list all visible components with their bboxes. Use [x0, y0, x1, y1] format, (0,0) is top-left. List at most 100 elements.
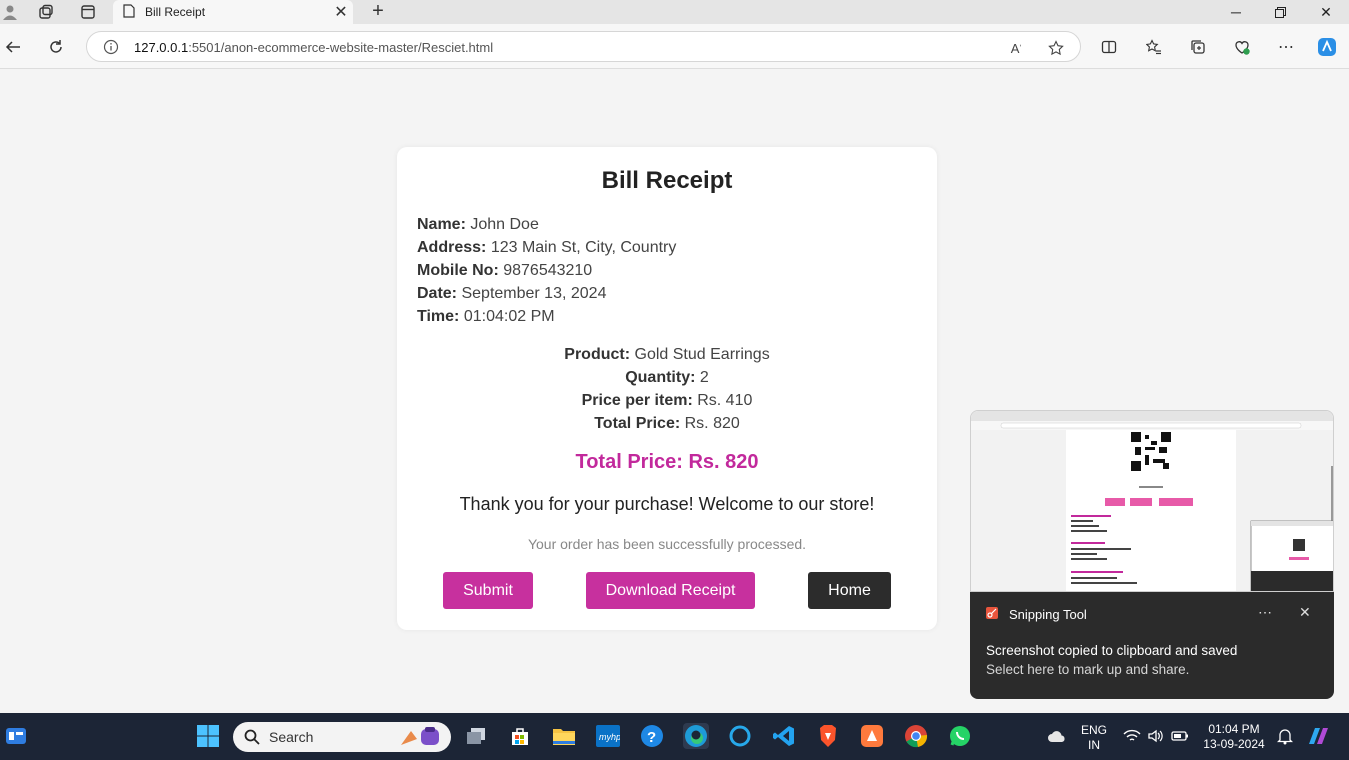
- notification-bell-icon[interactable]: [1272, 723, 1298, 749]
- customer-address-row: Address: 123 Main St, City, Country: [417, 236, 676, 259]
- workspaces-icon[interactable]: [36, 2, 56, 22]
- clock[interactable]: 01:04 PM 13-09-2024: [1198, 722, 1270, 752]
- url-path: :5501/anon-ecommerce-website-master/Resc…: [188, 40, 494, 55]
- collections-icon[interactable]: [1187, 36, 1209, 58]
- whatsapp-icon[interactable]: [947, 723, 973, 749]
- profile-icon[interactable]: [0, 2, 20, 22]
- wifi-icon[interactable]: [1119, 723, 1145, 749]
- line-total-value: Rs. 820: [684, 415, 740, 432]
- notification-title: Screenshot copied to clipboard and saved: [986, 643, 1238, 658]
- copilot-icon[interactable]: [1316, 36, 1338, 58]
- submit-button[interactable]: Submit: [443, 572, 533, 609]
- customer-mobile: 9876543210: [503, 262, 593, 279]
- microsoft-store-icon[interactable]: [507, 723, 533, 749]
- language-code: ENG: [1080, 723, 1107, 737]
- file-explorer-icon[interactable]: [551, 723, 577, 749]
- refresh-icon[interactable]: [45, 36, 67, 58]
- taskbar-search[interactable]: Search: [233, 722, 451, 752]
- vscode-icon[interactable]: [771, 723, 797, 749]
- search-icon: [244, 729, 260, 750]
- clock-time: 01:04 PM: [1208, 722, 1260, 736]
- order-time-row: Time: 01:04:02 PM: [417, 305, 676, 328]
- favorites-icon[interactable]: [1143, 36, 1165, 58]
- product-name-row: Product: Gold Stud Earrings: [397, 343, 937, 366]
- read-aloud-icon[interactable]: Aʼ: [1007, 39, 1025, 57]
- product-details: Product: Gold Stud Earrings Quantity: 2 …: [397, 343, 937, 435]
- brave-browser-icon[interactable]: [815, 723, 841, 749]
- tab-strip: Bill Receipt ✕ + ─ ✕: [0, 0, 1349, 24]
- minimize-icon[interactable]: ─: [1213, 0, 1259, 24]
- page-icon: [123, 3, 135, 21]
- field-label: Address:: [417, 239, 487, 256]
- customer-address: 123 Main St, City, Country: [490, 239, 677, 256]
- order-time: 01:04:02 PM: [463, 308, 555, 325]
- customer-mobile-row: Mobile No: 9876543210: [417, 259, 676, 282]
- field-label: Time:: [417, 308, 460, 325]
- close-window-icon[interactable]: ✕: [1303, 0, 1349, 24]
- cortana-icon[interactable]: [727, 723, 753, 749]
- quantity-row: Quantity: 2: [397, 366, 937, 389]
- snipping-tool-notification[interactable]: Snipping Tool ⋯ ✕ Screenshot copied to c…: [970, 592, 1334, 699]
- onedrive-cloud-icon[interactable]: [1044, 723, 1070, 749]
- tab-title: Bill Receipt: [145, 5, 206, 19]
- unit-price-row: Price per item: Rs. 410: [397, 389, 937, 412]
- favorite-star-icon[interactable]: [1047, 39, 1065, 57]
- chrome-icon[interactable]: [903, 723, 929, 749]
- split-screen-icon[interactable]: [1098, 36, 1120, 58]
- hp-app-icon[interactable]: myhp: [595, 723, 621, 749]
- new-tab-button[interactable]: +: [366, 0, 390, 24]
- snipping-tool-icon: [985, 606, 999, 623]
- field-label: Mobile No:: [417, 262, 499, 279]
- language-indicator[interactable]: ENG IN: [1078, 723, 1110, 753]
- address-toolbar: 127.0.0.1:5501/anon-ecommerce-website-ma…: [0, 24, 1349, 69]
- url-host: 127.0.0.1: [134, 40, 189, 55]
- notification-header: Snipping Tool: [985, 606, 1087, 623]
- url-text[interactable]: 127.0.0.1:5501/anon-ecommerce-website-ma…: [134, 40, 493, 55]
- widgets-icon[interactable]: [3, 723, 29, 749]
- browser-essentials-icon[interactable]: [1231, 36, 1253, 58]
- clock-date: 13-09-2024: [1203, 737, 1265, 751]
- order-date-row: Date: September 13, 2024: [417, 282, 676, 305]
- orange-app-icon[interactable]: [859, 723, 885, 749]
- field-label: Price per item:: [581, 392, 693, 409]
- home-button[interactable]: Home: [808, 572, 891, 609]
- field-label: Quantity:: [625, 369, 696, 386]
- task-view-icon[interactable]: [463, 723, 489, 749]
- receipt-title: Bill Receipt: [601, 167, 733, 194]
- address-bar[interactable]: 127.0.0.1:5501/anon-ecommerce-website-ma…: [86, 31, 1081, 62]
- field-label: Name:: [417, 216, 466, 233]
- receipt-card: Bill Receipt Name: John Doe Address: 123…: [397, 147, 937, 630]
- back-arrow-icon[interactable]: [2, 36, 24, 58]
- start-windows-icon[interactable]: [195, 723, 221, 749]
- order-status-text: Your order has been successfully process…: [527, 536, 807, 552]
- order-date: September 13, 2024: [461, 285, 607, 302]
- site-info-icon[interactable]: [103, 39, 119, 55]
- tab-actions-icon[interactable]: [78, 2, 98, 22]
- notification-app-name: Snipping Tool: [1009, 607, 1087, 622]
- tab-bill-receipt[interactable]: Bill Receipt ✕: [113, 0, 353, 24]
- quantity-value: 2: [699, 369, 709, 386]
- more-options-icon[interactable]: ⋯: [1275, 36, 1297, 58]
- search-placeholder: Search: [269, 729, 314, 745]
- screenshot-thumbnail-image: [971, 411, 1333, 591]
- region-code: IN: [1088, 738, 1100, 752]
- grand-total: Total Price: Rs. 820: [575, 451, 759, 473]
- help-icon[interactable]: ?: [639, 723, 665, 749]
- restore-icon[interactable]: [1257, 0, 1303, 24]
- search-highlight-icon: [397, 725, 445, 754]
- volume-icon[interactable]: [1143, 723, 1169, 749]
- battery-icon[interactable]: [1167, 723, 1193, 749]
- copilot-taskbar-icon[interactable]: [1305, 723, 1331, 749]
- customer-details: Name: John Doe Address: 123 Main St, Cit…: [417, 213, 676, 328]
- svg-text:?: ?: [647, 729, 656, 746]
- edge-browser-icon[interactable]: [683, 723, 709, 749]
- screenshot-thumbnail[interactable]: [970, 410, 1334, 592]
- download-receipt-button[interactable]: Download Receipt: [586, 572, 755, 609]
- unit-price-value: Rs. 410: [697, 392, 753, 409]
- notification-close-icon[interactable]: ✕: [1299, 604, 1311, 621]
- customer-name-row: Name: John Doe: [417, 213, 676, 236]
- notification-more-icon[interactable]: ⋯: [1258, 604, 1272, 621]
- customer-name: John Doe: [470, 216, 539, 233]
- close-tab-icon[interactable]: ✕: [329, 2, 353, 22]
- product-name: Gold Stud Earrings: [634, 346, 770, 363]
